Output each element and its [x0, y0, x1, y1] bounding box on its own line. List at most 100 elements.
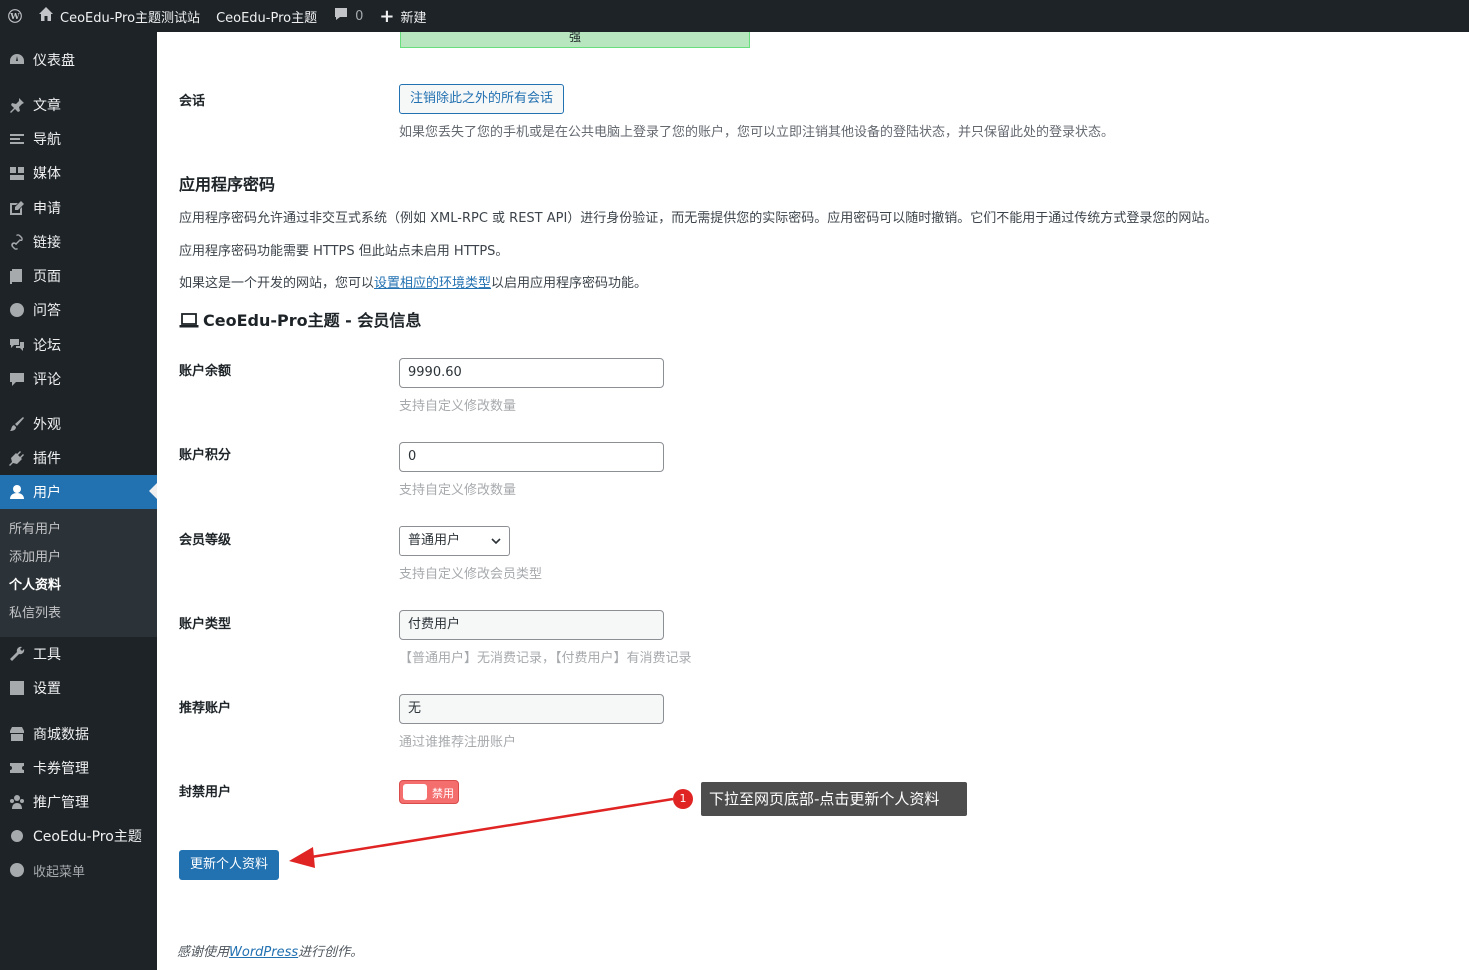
app-passwords-desc-3: 如果这是一个开发的网站，您可以设置相应的环境类型以启用应用程序密码功能。 — [179, 276, 648, 291]
sidebar-item-label: 卡券管理 — [33, 761, 89, 777]
sidebar-item-8[interactable]: 问答 — [0, 293, 157, 327]
admin-sidebar: 仪表盘文章导航媒体申请 链接页面问答论坛评论外观插件用户工具设置商城数据卡券管理推… — [0, 32, 157, 970]
submenu-messages[interactable]: 私信列表 — [0, 600, 157, 628]
member-level-label: 会员等级 — [179, 533, 232, 548]
sidebar-item-2[interactable]: 文章 — [0, 88, 157, 122]
coupon-icon — [7, 758, 27, 778]
account-type-hint: 【普通用户】无消费记录，【付费用户】有消费记录 — [399, 651, 692, 666]
comments-link[interactable]: 0 — [325, 0, 371, 32]
new-content-link[interactable]: + 新建 — [371, 0, 434, 32]
sidebar-item-12[interactable]: 插件 — [0, 441, 157, 475]
app-passwords-title: 应用程序密码 — [179, 175, 276, 194]
submenu-add-user[interactable]: 添加用户 — [0, 544, 157, 572]
comment-bubble-icon — [333, 6, 355, 26]
sidebar-item-11[interactable]: 外观 — [0, 407, 157, 441]
pin-icon — [7, 95, 27, 115]
balance-input[interactable]: 9990.60 — [399, 358, 664, 388]
sidebar-item-9[interactable]: 论坛 — [0, 328, 157, 362]
brush-icon — [7, 414, 27, 434]
sidebar-item-10[interactable]: 评论 — [0, 362, 157, 396]
footer-credit: 感谢使用WordPress进行创作。 — [177, 945, 364, 960]
main-content: 强 会话 注销除此之外的所有会话 如果您丢失了您的手机或是在公共电脑上登录了您的… — [157, 31, 1469, 970]
sidebar-item-label: 工具 — [33, 647, 61, 663]
member-level-hint: 支持自定义修改会员类型 — [399, 567, 543, 582]
plugin-icon — [7, 448, 27, 468]
group-icon — [7, 792, 27, 812]
annotation-arrow — [289, 797, 674, 868]
ban-user-label: 封禁用户 — [179, 785, 232, 800]
password-strength-indicator: 强 — [400, 31, 750, 48]
sidebar-item-label: 媒体 — [33, 166, 61, 182]
plus-icon: + — [379, 5, 395, 27]
ban-user-toggle[interactable]: 禁用 — [399, 780, 459, 804]
menu-icon — [7, 129, 27, 149]
chevron-down-icon — [491, 538, 501, 545]
home-icon — [38, 6, 60, 26]
wrench-icon — [7, 644, 27, 664]
submenu-profile[interactable]: 个人资料 — [0, 572, 157, 600]
sidebar-item-6[interactable]: 链接 — [0, 225, 157, 259]
points-label: 账户积分 — [179, 448, 232, 463]
settings-icon — [7, 678, 27, 698]
sessions-label: 会话 — [179, 94, 206, 109]
sidebar-item-17[interactable]: 卡券管理 — [0, 751, 157, 785]
balance-label: 账户余额 — [179, 364, 232, 379]
sidebar-item-4[interactable]: 媒体 — [0, 156, 157, 190]
submenu-all-users[interactable]: 所有用户 — [0, 516, 157, 544]
annotation-step-badge: 1 — [673, 789, 693, 809]
sidebar-item-label: CeoEdu-Pro主题 — [33, 829, 142, 845]
sidebar-item-label: 推广管理 — [33, 795, 89, 811]
site-name-link[interactable]: CeoEdu-Pro主题测试站 — [30, 0, 208, 32]
sidebar-item-1[interactable]: 仪表盘 — [0, 43, 157, 77]
sidebar-item-18[interactable]: 推广管理 — [0, 785, 157, 819]
sidebar-item-label: 评论 — [33, 372, 61, 388]
sidebar-item-label: 收起菜单 — [33, 864, 86, 880]
balance-hint: 支持自定义修改数量 — [399, 399, 517, 414]
logout-other-sessions-button[interactable]: 注销除此之外的所有会话 — [399, 84, 565, 114]
member-level-select[interactable]: 普通用户 — [399, 526, 510, 556]
annotation-tooltip: 下拉至网页底部-点击更新个人资料 — [701, 782, 967, 816]
sidebar-item-label: 仪表盘 — [33, 53, 75, 69]
dashboard-icon — [7, 50, 27, 70]
sessions-description: 如果您丢失了您的手机或是在公共电脑上登录了您的账户，您可以立即注销其他设备的登陆… — [399, 125, 1115, 140]
points-input[interactable]: 0 — [399, 442, 664, 472]
toggle-knob — [403, 784, 427, 800]
sidebar-item-7[interactable]: 页面 — [0, 259, 157, 293]
referrer-label: 推荐账户 — [179, 701, 232, 716]
laptop-icon — [179, 312, 199, 333]
wordpress-logo-icon[interactable]: W — [0, 1, 30, 31]
sidebar-item-15[interactable]: 设置 — [0, 671, 157, 705]
user-icon — [7, 482, 27, 502]
sidebar-item-16[interactable]: 商城数据 — [0, 717, 157, 751]
update-profile-button[interactable]: 更新个人资料 — [179, 850, 279, 880]
sidebar-item-3[interactable]: 导航 — [0, 122, 157, 156]
sidebar-item-label: 页面 — [33, 269, 61, 285]
media-icon — [7, 163, 27, 183]
sidebar-item-label: 商城数据 — [33, 727, 89, 743]
gear-icon — [7, 826, 27, 846]
sidebar-item-13[interactable]: 用户 — [0, 475, 157, 509]
sidebar-item-label: 文章 — [33, 98, 61, 114]
comment-icon — [7, 369, 27, 389]
points-hint: 支持自定义修改数量 — [399, 483, 517, 498]
collapse-icon — [7, 860, 27, 880]
store-icon — [7, 724, 27, 744]
page-icon — [7, 266, 27, 286]
sidebar-item-5[interactable]: 申请 — [0, 191, 157, 225]
environment-type-link[interactable]: 设置相应的环境类型 — [374, 276, 491, 291]
wordpress-link[interactable]: WordPress — [229, 945, 298, 960]
sidebar-item-19[interactable]: CeoEdu-Pro主题 — [0, 819, 157, 853]
sidebar-item-20[interactable]: 收起菜单 — [0, 853, 157, 887]
sidebar-item-label: 外观 — [33, 417, 61, 433]
sidebar-item-label: 用户 — [33, 485, 61, 501]
sidebar-item-label: 导航 — [33, 132, 61, 148]
sidebar-item-14[interactable]: 工具 — [0, 637, 157, 671]
theme-link[interactable]: CeoEdu-Pro主题 — [208, 0, 325, 32]
sidebar-item-label: 问答 — [33, 303, 61, 319]
member-info-title: CeoEdu-Pro主题 - 会员信息 — [179, 307, 421, 333]
admin-bar: W CeoEdu-Pro主题测试站 CeoEdu-Pro主题 0 + 新建 — [0, 0, 1469, 32]
referrer-hint: 通过谁推荐注册账户 — [399, 735, 517, 750]
forum-icon — [7, 335, 27, 355]
sidebar-item-label: 论坛 — [33, 338, 61, 354]
question-icon — [7, 300, 27, 320]
